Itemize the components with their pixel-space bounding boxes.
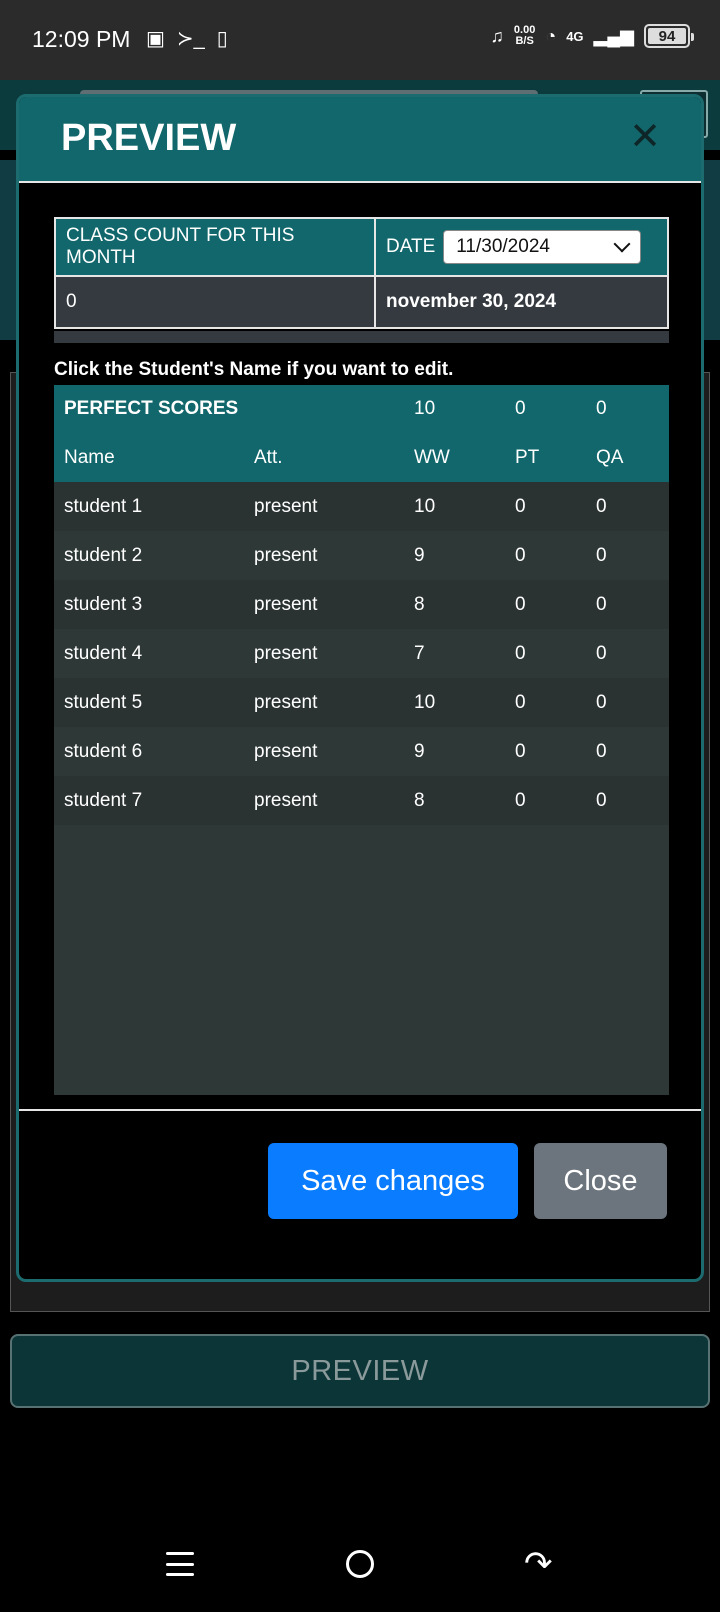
date-select-value: 11/30/2024	[456, 236, 550, 257]
net-speed: 0.00 B/S	[514, 25, 535, 47]
student-name[interactable]: student 5	[54, 678, 244, 727]
score-qa: 0	[586, 727, 669, 776]
wifi-icon: ◔	[545, 25, 557, 46]
score-pt: 0	[505, 629, 586, 678]
score-pt: 0	[505, 580, 586, 629]
battery-level: 94	[658, 27, 676, 45]
attendance: present	[244, 678, 404, 727]
status-system-icons: ♫ 0.00 B/S ◔ 4G ▂▄▆ 94	[490, 24, 694, 48]
attendance: present	[244, 776, 404, 825]
table-row: student 7 present 8 0 0	[54, 776, 669, 825]
info-table-footer	[54, 331, 669, 343]
table-row: student 3 present 8 0 0	[54, 580, 669, 629]
attendance: present	[244, 727, 404, 776]
background-preview-button[interactable]: PREVIEW	[10, 1334, 710, 1408]
status-notification-icons: ▣ ≻_ ▯	[146, 26, 228, 51]
attendance: present	[244, 482, 404, 531]
modal-footer: Save changes Close	[19, 1109, 701, 1279]
net-speed-unit: B/S	[515, 35, 534, 47]
modal-header: PREVIEW ✕	[19, 97, 701, 183]
score-ww: 9	[404, 727, 505, 776]
perfect-qa: 0	[586, 385, 669, 433]
date-select[interactable]: 11/30/2024	[443, 230, 642, 264]
student-name[interactable]: student 4	[54, 629, 244, 678]
score-ww: 10	[404, 678, 505, 727]
scores-table: PERFECT SCORES 10 0 0 Name Att. WW PT QA…	[54, 385, 669, 825]
score-ww: 10	[404, 482, 505, 531]
student-name[interactable]: student 3	[54, 580, 244, 629]
close-button[interactable]: Close	[534, 1143, 667, 1219]
perfect-pt: 0	[505, 385, 586, 433]
col-header-att: Att.	[244, 433, 404, 482]
screen: 12:09 PM ▣ ≻_ ▯ ♫ 0.00 B/S ◔ 4G ▂▄▆ 94 P…	[0, 0, 720, 1612]
download-icon: ▯	[216, 28, 228, 50]
chevron-down-icon	[613, 235, 631, 253]
score-qa: 0	[586, 482, 669, 531]
network-type: 4G	[566, 28, 584, 44]
col-header-pt: PT	[505, 433, 586, 482]
score-pt: 0	[505, 482, 586, 531]
score-qa: 0	[586, 580, 669, 629]
save-changes-button[interactable]: Save changes	[268, 1143, 518, 1219]
table-row: student 6 present 9 0 0	[54, 727, 669, 776]
preview-modal: PREVIEW ✕ CLASS COUNT FOR THIS MONTH DAT…	[16, 94, 704, 1282]
column-header-row: Name Att. WW PT QA	[54, 433, 669, 482]
score-qa: 0	[586, 531, 669, 580]
perfect-scores-row: PERFECT SCORES 10 0 0	[54, 385, 669, 433]
attendance: present	[244, 531, 404, 580]
table-row: student 4 present 7 0 0	[54, 629, 669, 678]
table-row: student 5 present 10 0 0	[54, 678, 669, 727]
score-qa: 0	[586, 629, 669, 678]
perfect-ww: 10	[404, 385, 505, 433]
date-cell: DATE 11/30/2024	[374, 217, 669, 277]
modal-body: CLASS COUNT FOR THIS MONTH DATE 11/30/20…	[19, 185, 701, 1235]
class-count-value: 0	[54, 275, 376, 329]
score-pt: 0	[505, 776, 586, 825]
modal-title: PREVIEW	[61, 117, 237, 159]
app-notification-icon: ▣	[146, 28, 165, 50]
student-name[interactable]: student 6	[54, 727, 244, 776]
close-icon[interactable]: ✕	[629, 117, 661, 157]
table-row: student 2 present 9 0 0	[54, 531, 669, 580]
col-header-ww: WW	[404, 433, 505, 482]
headphones-icon: ♫	[490, 25, 504, 46]
signal-icon: ▂▄▆	[593, 25, 634, 46]
edit-hint: Click the Student's Name if you want to …	[54, 359, 454, 380]
attendance: present	[244, 580, 404, 629]
student-name[interactable]: student 1	[54, 482, 244, 531]
status-time: 12:09 PM	[32, 26, 131, 52]
status-bar: 12:09 PM ▣ ≻_ ▯ ♫ 0.00 B/S ◔ 4G ▂▄▆ 94	[0, 0, 720, 80]
class-count-label: CLASS COUNT FOR THIS MONTH	[54, 217, 376, 277]
date-label: DATE	[386, 236, 436, 257]
class-info-table: CLASS COUNT FOR THIS MONTH DATE 11/30/20…	[54, 217, 669, 329]
recents-icon[interactable]	[166, 1552, 194, 1576]
score-pt: 0	[505, 727, 586, 776]
back-icon[interactable]: ↶	[524, 1544, 553, 1584]
date-long-value: november 30, 2024	[374, 275, 669, 329]
student-name[interactable]: student 2	[54, 531, 244, 580]
terminal-icon: ≻_	[176, 28, 205, 50]
score-pt: 0	[505, 531, 586, 580]
score-ww: 8	[404, 580, 505, 629]
score-qa: 0	[586, 776, 669, 825]
navigation-bar: ↶	[0, 1500, 720, 1612]
student-name[interactable]: student 7	[54, 776, 244, 825]
score-pt: 0	[505, 678, 586, 727]
perfect-scores-label: PERFECT SCORES	[54, 385, 404, 433]
col-header-qa: QA	[586, 433, 669, 482]
table-row: student 1 present 10 0 0	[54, 482, 669, 531]
col-header-name: Name	[54, 433, 244, 482]
scores-table-container: PERFECT SCORES 10 0 0 Name Att. WW PT QA…	[54, 385, 669, 1095]
battery-indicator: 94	[644, 24, 694, 48]
score-qa: 0	[586, 678, 669, 727]
home-icon[interactable]	[346, 1550, 374, 1578]
score-ww: 8	[404, 776, 505, 825]
score-ww: 7	[404, 629, 505, 678]
attendance: present	[244, 629, 404, 678]
score-ww: 9	[404, 531, 505, 580]
